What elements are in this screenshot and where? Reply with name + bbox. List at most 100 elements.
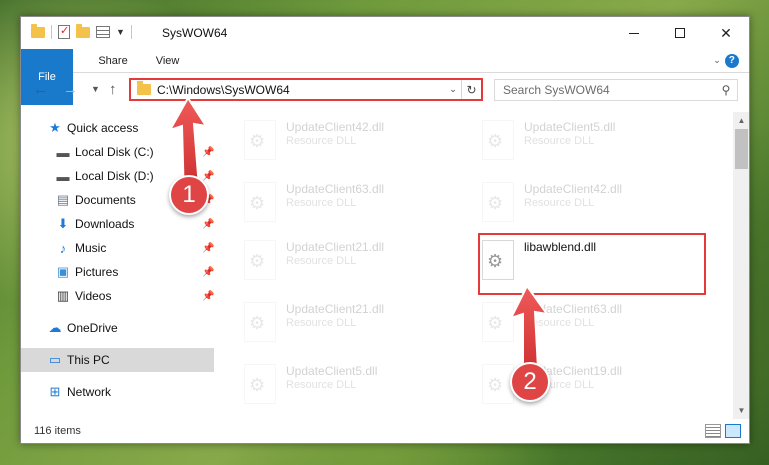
file-type: Resource DLL: [524, 135, 595, 147]
file-name: UpdateClient42.dll: [286, 120, 385, 134]
list-item[interactable]: UpdateClient5.dll Resource DLL: [476, 116, 706, 172]
sidebar-item-label: Pictures: [75, 265, 119, 279]
help-icon[interactable]: ?: [724, 53, 739, 68]
file-type: Resource DLL: [286, 317, 357, 329]
download-icon: ⬇: [57, 216, 69, 231]
dll-file-icon: [244, 240, 276, 280]
pin-icon[interactable]: 📌: [202, 243, 214, 254]
tab-view[interactable]: View: [142, 49, 194, 72]
sidebar-item-label: Local Disk (C:): [75, 145, 154, 159]
list-item[interactable]: UpdateClient63.dll Resource DLL: [238, 178, 468, 234]
list-item[interactable]: UpdateClient42.dll Resource DLL: [476, 178, 706, 234]
file-type: Resource DLL: [286, 255, 357, 267]
scrollbar-thumb[interactable]: [735, 129, 748, 169]
toolbar-divider: [130, 25, 132, 39]
network-icon: ⊞: [49, 384, 61, 399]
file-name: UpdateClient5.dll: [286, 364, 378, 378]
maximize-button[interactable]: [657, 17, 703, 49]
sidebar-item-label: Documents: [75, 193, 136, 207]
cloud-icon: ☁: [48, 320, 62, 335]
quick-access-toolbar: ▼: [31, 23, 132, 39]
minimize-icon: [629, 32, 639, 34]
music-icon: ♪: [59, 240, 67, 256]
sidebar-item-music[interactable]: ♪ Music 📌: [21, 236, 215, 260]
folder-icon[interactable]: [31, 23, 45, 38]
file-name: UpdateClient5.dll: [524, 120, 616, 134]
address-dropdown-chevron-icon[interactable]: ⌄: [445, 84, 461, 95]
drive-icon: ▬: [56, 144, 70, 160]
view-switcher: [705, 424, 741, 438]
sidebar-item-this-pc[interactable]: ▭ This PC: [21, 348, 214, 372]
videos-icon: ▥: [56, 288, 70, 303]
sidebar-item-label: Network: [67, 385, 112, 399]
dll-file-icon: [244, 364, 276, 404]
sidebar-item-onedrive[interactable]: ☁ OneDrive: [21, 316, 214, 340]
file-type: Resource DLL: [286, 197, 357, 209]
file-explorer-window: ▼ SysWOW64 ✕ File Home Share View ⌄ ? ← …: [20, 16, 750, 444]
search-icon[interactable]: ⚲: [715, 83, 737, 97]
scroll-down-icon[interactable]: ▼: [733, 402, 749, 419]
navigation-bar: ← → ▼ ↑ C:\Windows\SysWOW64 ⌄ ↻ ⚲: [21, 74, 749, 106]
view-icon[interactable]: [96, 26, 110, 38]
pin-icon[interactable]: 📌: [202, 219, 214, 230]
dll-file-icon: [244, 302, 276, 342]
dll-file-icon: [244, 182, 276, 222]
step-badge-1: 1: [169, 175, 209, 215]
pictures-icon: ▣: [56, 264, 70, 279]
sidebar-item-label: OneDrive: [67, 321, 118, 335]
scroll-up-icon[interactable]: ▲: [733, 112, 749, 129]
tab-share[interactable]: Share: [84, 49, 141, 72]
drive-icon: ▬: [56, 168, 70, 184]
ribbon-tabs: File Home Share View ⌄ ?: [21, 49, 749, 105]
toolbar-divider: [51, 25, 52, 39]
recent-locations-chevron-icon[interactable]: ▼: [91, 84, 100, 94]
list-item[interactable]: UpdateClient42.dll Resource DLL: [238, 116, 468, 172]
sidebar-item-label: Downloads: [75, 217, 135, 231]
pin-icon[interactable]: 📌: [202, 267, 214, 278]
window-title: SysWOW64: [162, 26, 228, 40]
item-count: 116 items: [34, 425, 81, 437]
up-arrow-icon[interactable]: ↑: [109, 81, 117, 98]
sidebar-item-network[interactable]: ⊞ Network: [21, 380, 214, 404]
star-icon: ★: [49, 120, 61, 135]
list-item[interactable]: UpdateClient21.dll Resource DLL: [238, 298, 468, 354]
list-item[interactable]: UpdateClient5.dll Resource DLL: [238, 360, 468, 410]
forward-arrow-icon[interactable]: →: [63, 81, 78, 98]
sidebar-item-label: This PC: [67, 353, 110, 367]
sidebar-item-pictures[interactable]: ▣ Pictures 📌: [21, 260, 215, 284]
search-box[interactable]: ⚲: [494, 79, 738, 101]
vertical-scrollbar[interactable]: ▲ ▼: [733, 112, 749, 419]
address-path[interactable]: C:\Windows\SysWOW64: [157, 83, 445, 97]
step-badge-2: 2: [510, 362, 550, 402]
large-icons-view-icon[interactable]: [725, 424, 741, 438]
sidebar-item-videos[interactable]: ▥ Videos 📌: [21, 284, 215, 308]
close-icon: ✕: [720, 24, 732, 41]
close-button[interactable]: ✕: [703, 17, 749, 49]
pin-icon[interactable]: 📌: [202, 291, 214, 302]
status-bar: 116 items: [21, 419, 749, 443]
search-input[interactable]: [495, 83, 715, 97]
dll-file-icon: [482, 120, 514, 160]
customize-toolbar-chevron-icon[interactable]: ▼: [116, 27, 125, 37]
dll-file-icon: [244, 120, 276, 160]
sidebar-item-label: Videos: [75, 289, 112, 303]
maximize-icon: [675, 28, 685, 38]
refresh-icon[interactable]: ↻: [461, 80, 481, 99]
list-item[interactable]: UpdateClient21.dll Resource DLL: [238, 236, 468, 292]
file-name: UpdateClient42.dll: [524, 182, 623, 196]
new-folder-icon[interactable]: [76, 23, 90, 38]
sidebar-item-label: Local Disk (D:): [75, 169, 154, 183]
back-arrow-icon[interactable]: ←: [33, 81, 48, 98]
details-view-icon[interactable]: [705, 424, 721, 438]
minimize-button[interactable]: [611, 17, 657, 49]
title-bar: ▼ SysWOW64 ✕: [21, 17, 749, 49]
folder-icon: [137, 81, 151, 95]
sidebar-item-label: Music: [75, 241, 107, 255]
file-name: UpdateClient21.dll: [286, 302, 385, 316]
file-name: UpdateClient21.dll: [286, 240, 385, 254]
sidebar-item-downloads[interactable]: ⬇ Downloads 📌: [21, 212, 215, 236]
expand-ribbon-chevron-icon[interactable]: ⌄: [713, 55, 721, 66]
file-type: Resource DLL: [524, 197, 595, 209]
dll-file-icon: [482, 182, 514, 222]
properties-icon[interactable]: [58, 24, 70, 39]
